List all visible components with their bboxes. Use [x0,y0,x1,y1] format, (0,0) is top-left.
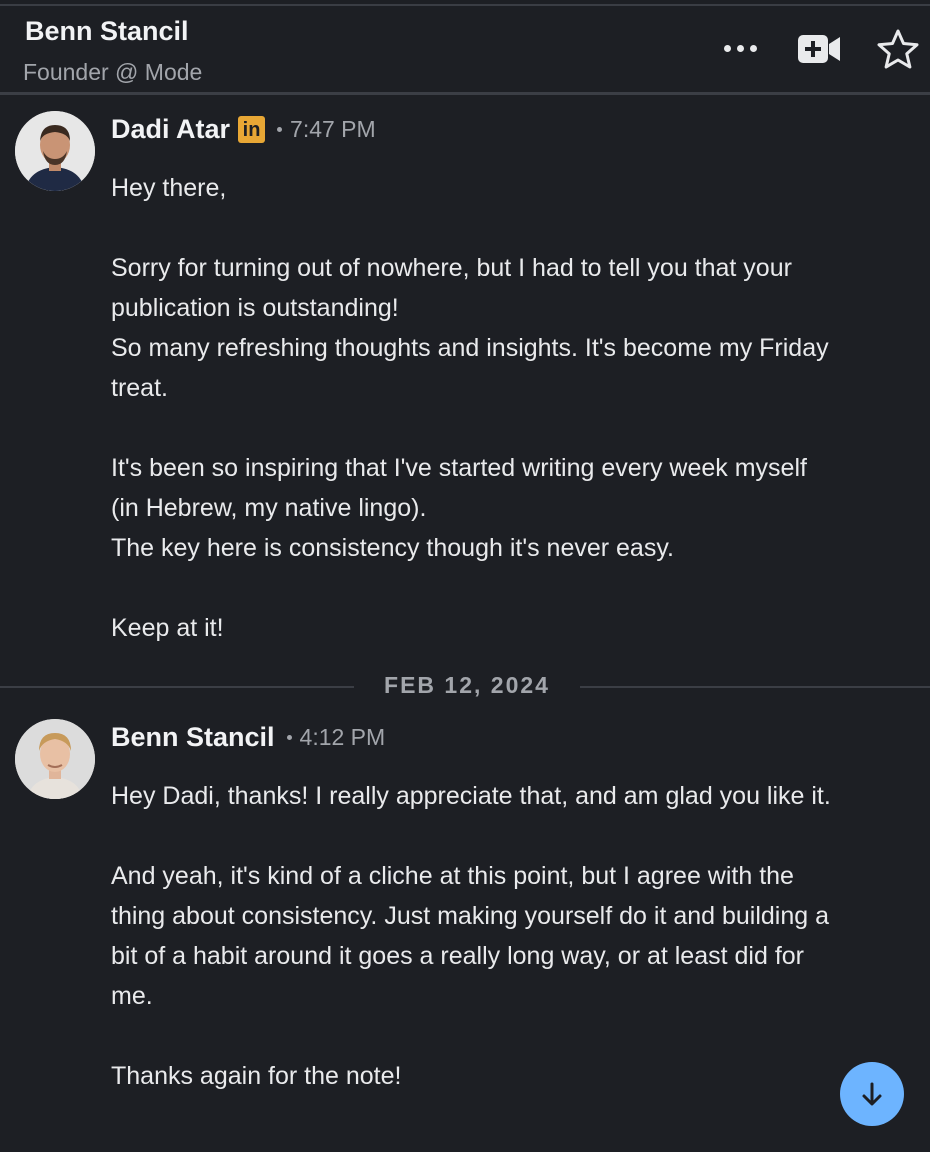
header-actions [630,6,930,92]
conversation-title[interactable]: Benn Stancil [25,16,189,47]
header-divider [0,92,930,95]
date-label: FEB 12, 2024 [384,672,550,698]
star-outline-icon[interactable] [874,26,922,74]
conversation-subtitle: Founder @ Mode [23,59,203,85]
message-paragraph: Hey there, [111,174,227,202]
message-paragraph: Keep at it! [111,614,224,642]
separator-dot [286,735,292,740]
separator-dot [277,127,283,132]
message-paragraph: Hey Dadi, thanks! I really appreciate th… [111,782,831,810]
arrow-down-icon [862,1082,882,1106]
message-paragraph: And yeah, it's kind of a cliche at this … [111,862,830,1010]
message-paragraph: Sorry for turning out of nowhere, but I … [111,254,829,402]
message-paragraph: It's been so inspiring that I've started… [111,454,807,562]
message-meta: Dadi Atar in 7:47 PM [111,114,376,145]
date-separator: FEB 12, 2024 [0,668,930,708]
message-meta: Benn Stancil 4:12 PM [111,722,385,753]
message-time: 7:47 PM [290,116,376,142]
video-call-icon[interactable] [796,30,844,70]
linkedin-badge-icon[interactable]: in [238,116,266,143]
avatar[interactable] [15,719,95,799]
avatar[interactable] [15,111,95,191]
more-horizontal-icon[interactable] [712,28,768,68]
sender-name[interactable]: Dadi Atar [111,114,230,145]
sender-name[interactable]: Benn Stancil [111,722,275,753]
message-body: Hey Dadi, thanks! I really appreciate th… [111,776,831,1096]
conversation-header: Benn Stancil Founder @ Mode [0,6,930,92]
message-paragraph: Thanks again for the note! [111,1062,402,1090]
message-time: 4:12 PM [299,724,386,750]
message-body: Hey there, Sorry for turning out of nowh… [111,168,831,648]
scroll-to-bottom-button[interactable] [840,1062,904,1126]
